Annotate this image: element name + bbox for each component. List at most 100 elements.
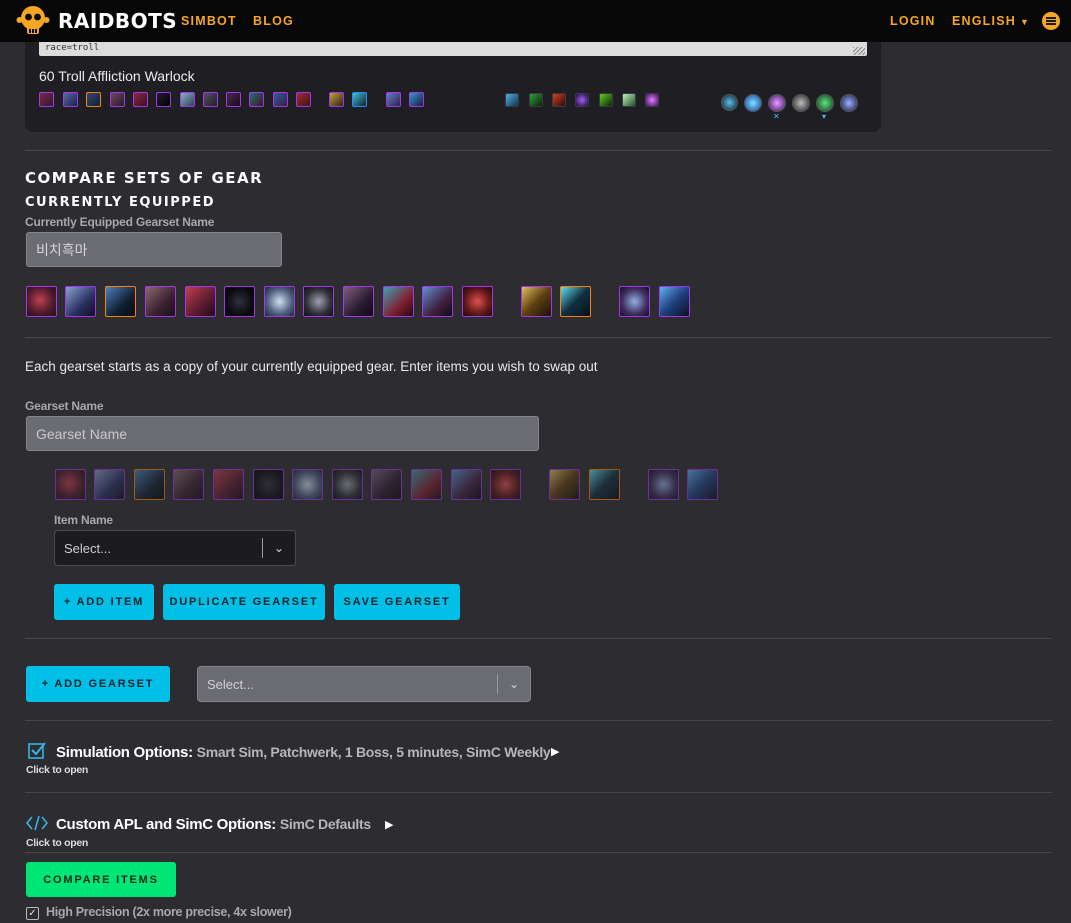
simc-input-textarea[interactable]: race=troll: [39, 42, 867, 56]
gearset-select-placeholder: Select...: [207, 676, 254, 692]
finger1-slot-icon[interactable]: [451, 469, 482, 500]
trinket2-item-icon[interactable]: [352, 92, 367, 107]
neck-slot-icon[interactable]: [94, 469, 125, 500]
finger2-item-icon[interactable]: [296, 92, 311, 107]
checkbox-icon: [28, 742, 46, 759]
neck-item-icon[interactable]: [65, 286, 96, 317]
talent-icon-2[interactable]: [529, 93, 543, 107]
trinket1-item-icon[interactable]: [329, 92, 344, 107]
custom-apl-toggle[interactable]: Custom APL and SimC Options: SimC Defaul…: [56, 816, 371, 833]
head-slot-icon[interactable]: [55, 469, 86, 500]
offhand-item-icon[interactable]: [659, 286, 690, 317]
expand-caret-icon[interactable]: ▶: [551, 745, 559, 758]
mainhand-item-icon[interactable]: [619, 286, 650, 317]
item-name-select[interactable]: Select... ⌄: [54, 530, 296, 566]
neck-item-icon[interactable]: [63, 92, 78, 107]
legs-item-icon[interactable]: [343, 286, 374, 317]
character-name: 60 Troll Affliction Warlock: [39, 68, 195, 84]
back-item-icon[interactable]: [145, 286, 176, 317]
finger2-slot-icon[interactable]: [490, 469, 521, 500]
brand-name[interactable]: RAIDBOTS: [58, 9, 177, 33]
soulbind-icon-2[interactable]: [744, 94, 762, 112]
soulbind-icon-3[interactable]: [768, 94, 786, 112]
mainhand-slot-icon[interactable]: [648, 469, 679, 500]
nav-link-login[interactable]: LOGIN: [890, 14, 936, 28]
back-item-icon[interactable]: [110, 92, 125, 107]
divider: [25, 150, 1052, 151]
soulbind-icon-5[interactable]: [816, 94, 834, 112]
waist-slot-icon[interactable]: [332, 469, 363, 500]
high-precision-checkbox[interactable]: ✓: [26, 907, 39, 920]
custom-apl-summary: SimC Defaults: [279, 816, 371, 832]
save-gearset-button[interactable]: SAVE GEARSET: [334, 584, 460, 620]
wrist-item-icon[interactable]: [224, 286, 255, 317]
chevron-down-icon[interactable]: ⌄: [498, 677, 530, 691]
list-menu-icon[interactable]: [1042, 12, 1060, 30]
soulbind-icon-6[interactable]: [840, 94, 858, 112]
trinket2-item-icon[interactable]: [560, 286, 591, 317]
chest-slot-icon[interactable]: [213, 469, 244, 500]
add-item-button[interactable]: + ADD ITEM: [54, 584, 154, 620]
finger1-item-icon[interactable]: [422, 286, 453, 317]
wrist-slot-icon[interactable]: [253, 469, 284, 500]
soulbind-icon-1[interactable]: [721, 94, 738, 111]
nav-link-simbot[interactable]: SIMBOT: [181, 14, 237, 28]
talent-icon-5[interactable]: [599, 93, 613, 107]
waist-item-icon[interactable]: [303, 286, 334, 317]
feet-item-icon[interactable]: [249, 92, 264, 107]
hands-item-icon[interactable]: [264, 286, 295, 317]
trinket1-slot-icon[interactable]: [549, 469, 580, 500]
talent-icon-3[interactable]: [552, 93, 566, 107]
feet-slot-icon[interactable]: [411, 469, 442, 500]
gearset-help-text: Each gearset starts as a copy of your cu…: [25, 359, 598, 374]
hands-slot-icon[interactable]: [292, 469, 323, 500]
shoulder-item-icon[interactable]: [86, 92, 101, 107]
duplicate-gearset-button[interactable]: DUPLICATE GEARSET: [163, 584, 325, 620]
talent-icon-7[interactable]: [645, 93, 659, 107]
divider: [25, 792, 1052, 793]
legs-item-icon[interactable]: [226, 92, 241, 107]
compare-items-button[interactable]: COMPARE ITEMS: [26, 862, 176, 897]
shoulder-slot-icon[interactable]: [134, 469, 165, 500]
chevron-down-icon[interactable]: ⌄: [263, 541, 295, 555]
simulation-options-toggle[interactable]: Simulation Options: Smart Sim, Patchwerk…: [56, 744, 551, 761]
talent-icon-4[interactable]: [575, 93, 589, 107]
new-gearset-name-input[interactable]: Gearset Name: [26, 416, 539, 451]
offhand-slot-icon[interactable]: [687, 469, 718, 500]
hands-item-icon[interactable]: [180, 92, 195, 107]
raidbots-skull-logo[interactable]: [16, 3, 50, 37]
talent-icon-1[interactable]: [505, 93, 519, 107]
chest-item-icon[interactable]: [185, 286, 216, 317]
soulbind-icon-4[interactable]: [792, 94, 810, 112]
current-gearset-name-input[interactable]: 비치흑마: [26, 232, 282, 267]
finger1-item-icon[interactable]: [273, 92, 288, 107]
textarea-text: race=troll: [45, 43, 100, 53]
trinket1-item-icon[interactable]: [521, 286, 552, 317]
head-item-icon[interactable]: [26, 286, 57, 317]
legs-slot-icon[interactable]: [371, 469, 402, 500]
back-slot-icon[interactable]: [173, 469, 204, 500]
chest-item-icon[interactable]: [133, 92, 148, 107]
shoulder-item-icon[interactable]: [105, 286, 136, 317]
expand-caret-icon[interactable]: ▶: [385, 818, 393, 831]
wrist-item-icon[interactable]: [156, 92, 171, 107]
waist-item-icon[interactable]: [203, 92, 218, 107]
divider: [25, 337, 1052, 338]
item-select-placeholder: Select...: [64, 540, 111, 556]
finger2-item-icon[interactable]: [462, 286, 493, 317]
section-title: COMPARE SETS OF GEAR: [25, 169, 264, 187]
mainhand-item-icon[interactable]: [386, 92, 401, 107]
new-gearset-name-label: Gearset Name: [25, 399, 104, 413]
feet-item-icon[interactable]: [383, 286, 414, 317]
gearset-select[interactable]: Select... ⌄: [197, 666, 531, 702]
code-icon: [26, 815, 48, 831]
offhand-item-icon[interactable]: [409, 92, 424, 107]
custom-apl-title: Custom APL and SimC Options:: [56, 816, 276, 833]
language-selector[interactable]: ENGLISH ▼: [952, 14, 1030, 28]
nav-link-blog[interactable]: BLOG: [253, 14, 294, 28]
talent-icon-6[interactable]: [622, 93, 636, 107]
head-item-icon[interactable]: [39, 92, 54, 107]
trinket2-slot-icon[interactable]: [589, 469, 620, 500]
add-gearset-button[interactable]: + ADD GEARSET: [26, 666, 170, 702]
resize-grip-icon[interactable]: [853, 47, 865, 55]
